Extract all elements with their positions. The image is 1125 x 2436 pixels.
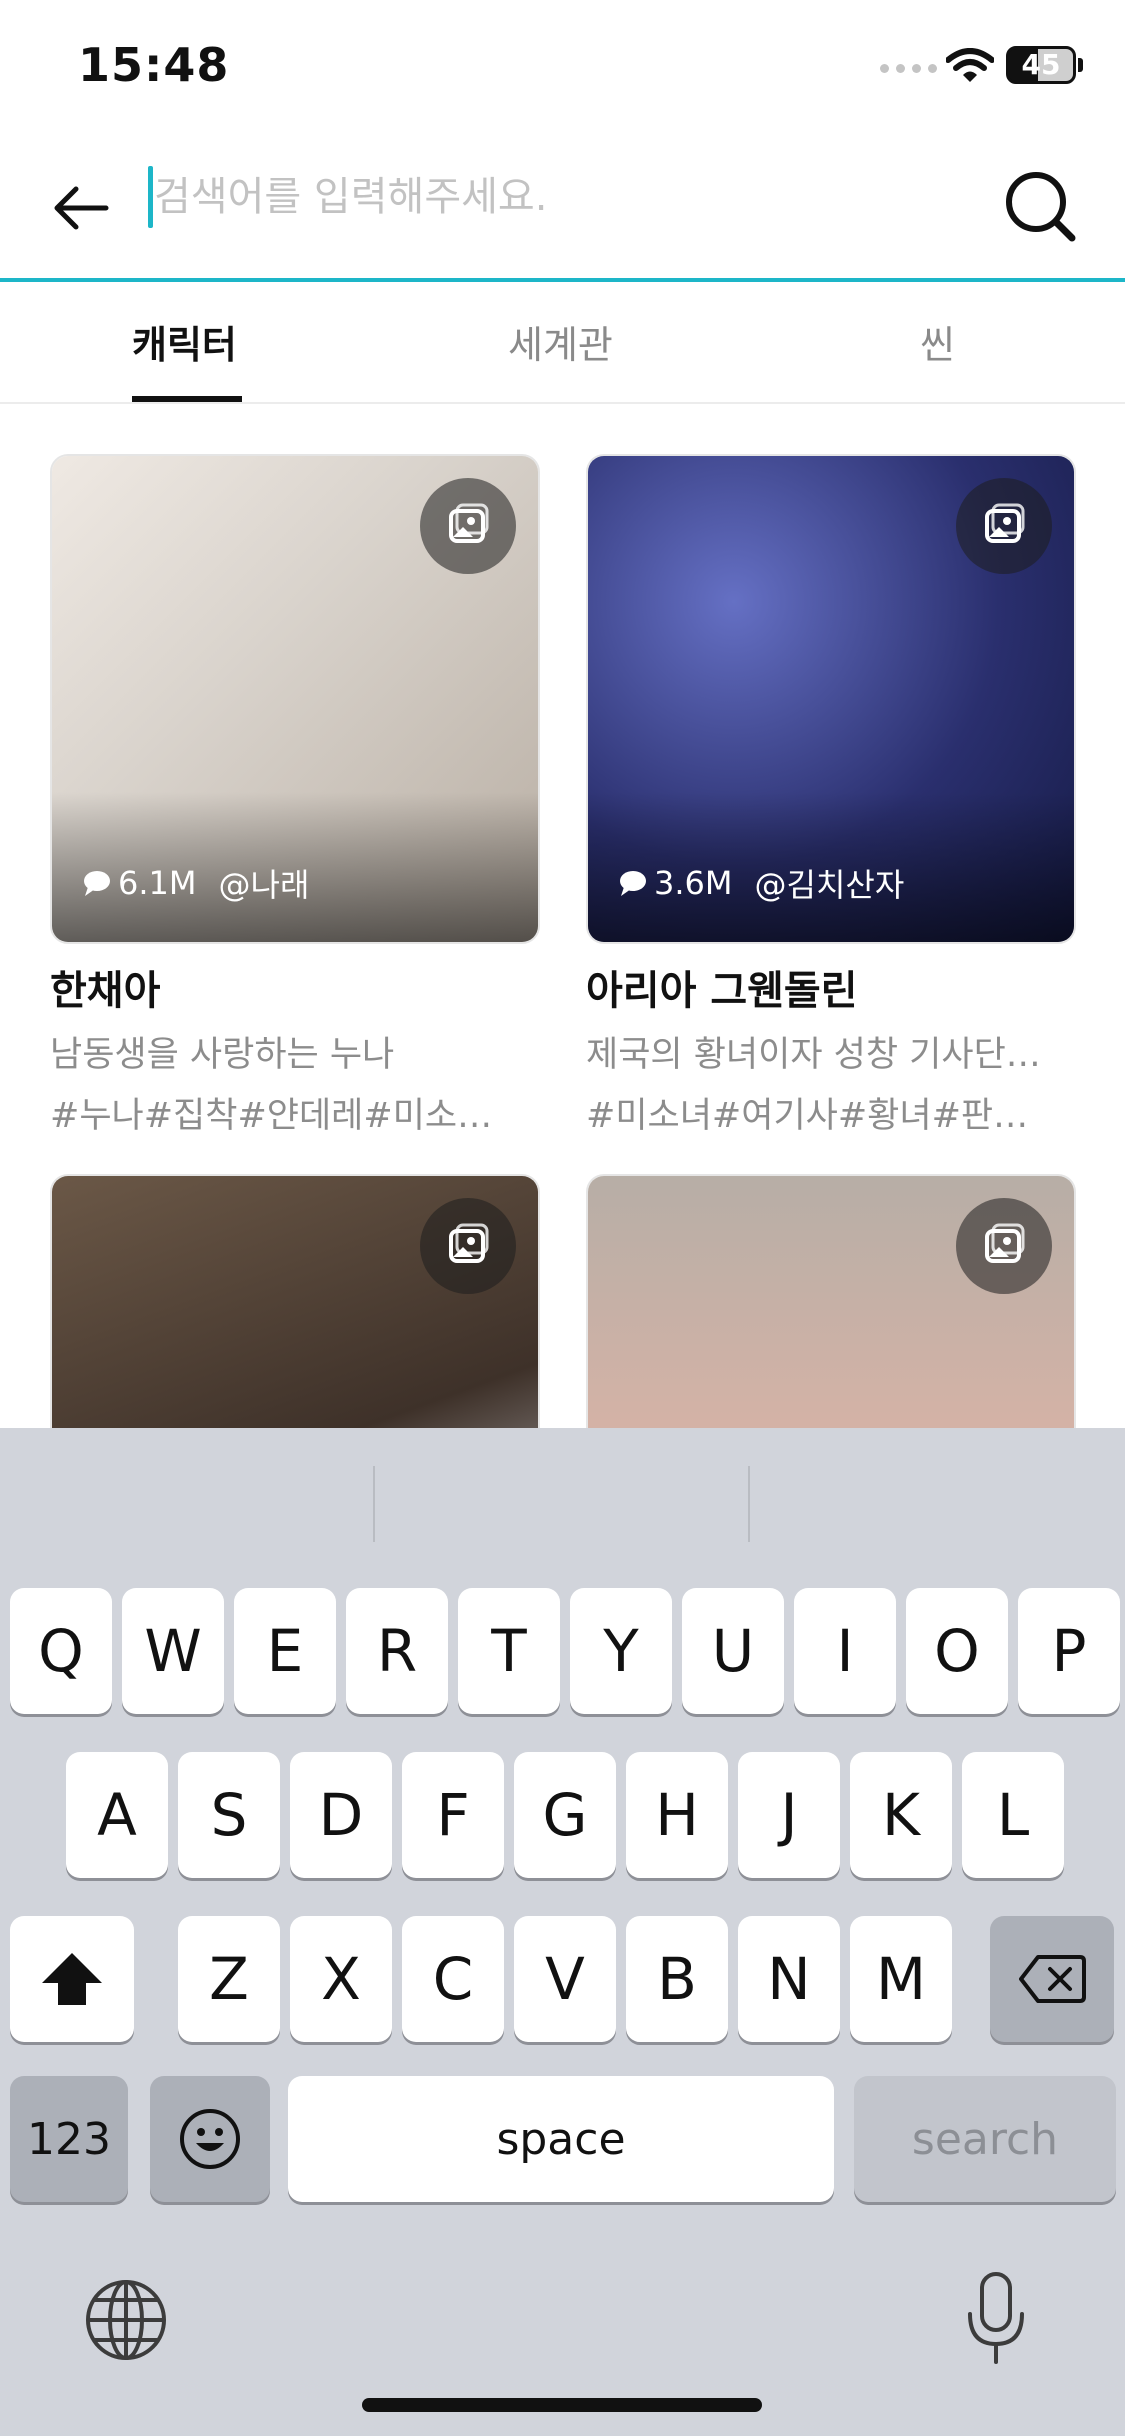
key-k[interactable]: K	[850, 1752, 952, 1878]
key-w[interactable]: W	[122, 1588, 224, 1714]
tab-scene[interactable]: 씬	[920, 314, 955, 369]
predictive-text-bar	[0, 1428, 1125, 1576]
key-c[interactable]: C	[402, 1916, 504, 2042]
microphone-icon[interactable]	[966, 2270, 1026, 2366]
on-screen-keyboard: Q W E R T Y U I O P A S D F G H J K L Z …	[0, 1428, 1125, 2436]
key-t[interactable]: T	[458, 1588, 560, 1714]
author-handle: @나래	[218, 866, 310, 904]
card-title: 아리아 그웬돌린	[586, 968, 858, 1014]
key-i[interactable]: I	[794, 1588, 896, 1714]
globe-icon[interactable]	[84, 2278, 168, 2362]
key-b[interactable]: B	[626, 1916, 728, 2042]
key-r[interactable]: R	[346, 1588, 448, 1714]
character-thumbnail[interactable]: 6.1M @나래	[50, 454, 540, 944]
key-l[interactable]: L	[962, 1752, 1064, 1878]
status-bar: 15:48 45	[0, 0, 1125, 140]
key-f[interactable]: F	[402, 1752, 504, 1878]
search-icon[interactable]	[1000, 166, 1080, 246]
emoji-icon	[180, 2109, 240, 2169]
search-input[interactable]	[154, 162, 974, 232]
key-n[interactable]: N	[738, 1916, 840, 2042]
active-tab-indicator	[132, 396, 242, 402]
image-gallery-icon	[956, 478, 1052, 574]
key-y[interactable]: Y	[570, 1588, 672, 1714]
search-key[interactable]: search	[854, 2076, 1116, 2202]
card-stats: 3.6M @김치산자	[618, 860, 904, 906]
key-x[interactable]: X	[290, 1916, 392, 2042]
key-z[interactable]: Z	[178, 1916, 280, 2042]
card-description: 제국의 황녀이자 성창 기사단…	[586, 1035, 1041, 1075]
back-arrow-icon[interactable]	[46, 172, 118, 244]
text-cursor	[148, 166, 153, 228]
wifi-icon	[946, 48, 994, 82]
key-a[interactable]: A	[66, 1752, 168, 1878]
card-stats: 6.1M @나래	[82, 860, 309, 906]
key-q[interactable]: Q	[10, 1588, 112, 1714]
key-d[interactable]: D	[290, 1752, 392, 1878]
key-s[interactable]: S	[178, 1752, 280, 1878]
search-bar	[0, 140, 1125, 282]
battery-icon: 45	[1006, 46, 1076, 84]
chat-count: 3.6M	[654, 864, 733, 902]
backspace-key[interactable]	[990, 1916, 1114, 2042]
category-tabs: 캐릭터 세계관 씬	[0, 286, 1125, 404]
numbers-key[interactable]: 123	[10, 2076, 128, 2202]
card-description: 남동생을 사랑하는 누나	[50, 1035, 395, 1075]
author-handle: @김치산자	[754, 866, 905, 904]
image-gallery-icon	[420, 478, 516, 574]
shift-key[interactable]	[10, 1916, 134, 2042]
key-o[interactable]: O	[906, 1588, 1008, 1714]
key-p[interactable]: P	[1018, 1588, 1120, 1714]
character-card[interactable]: 3.6M @김치산자 아리아 그웬돌린 제국의 황녀이자 성창 기사단… #미소…	[586, 454, 1076, 1138]
emoji-key[interactable]	[150, 2076, 270, 2202]
space-key[interactable]: space	[288, 2076, 834, 2202]
chat-bubble-icon	[620, 871, 646, 896]
battery-level: 45	[1021, 48, 1061, 81]
cellular-signal-icon	[880, 64, 937, 73]
card-tags: #누나#집착#얀데레#미소…	[50, 1096, 493, 1136]
image-gallery-icon	[420, 1198, 516, 1294]
tab-world[interactable]: 세계관	[508, 314, 613, 369]
key-v[interactable]: V	[514, 1916, 616, 2042]
backspace-icon	[1019, 1955, 1086, 2003]
home-indicator[interactable]	[362, 2398, 762, 2412]
character-card[interactable]: 6.1M @나래 한채아 남동생을 사랑하는 누나 #누나#집착#얀데레#미소…	[50, 454, 540, 1138]
key-m[interactable]: M	[850, 1916, 952, 2042]
image-gallery-icon	[956, 1198, 1052, 1294]
key-e[interactable]: E	[234, 1588, 336, 1714]
key-h[interactable]: H	[626, 1752, 728, 1878]
chat-bubble-icon	[84, 871, 110, 896]
status-time: 15:48	[78, 38, 230, 92]
key-j[interactable]: J	[738, 1752, 840, 1878]
card-tags: #미소녀#여기사#황녀#판…	[586, 1096, 1029, 1136]
shift-icon	[42, 1953, 102, 2005]
chat-count: 6.1M	[118, 864, 197, 902]
card-title: 한채아	[50, 968, 161, 1014]
key-u[interactable]: U	[682, 1588, 784, 1714]
tab-character[interactable]: 캐릭터	[132, 314, 237, 369]
key-g[interactable]: G	[514, 1752, 616, 1878]
character-thumbnail[interactable]: 3.6M @김치산자	[586, 454, 1076, 944]
